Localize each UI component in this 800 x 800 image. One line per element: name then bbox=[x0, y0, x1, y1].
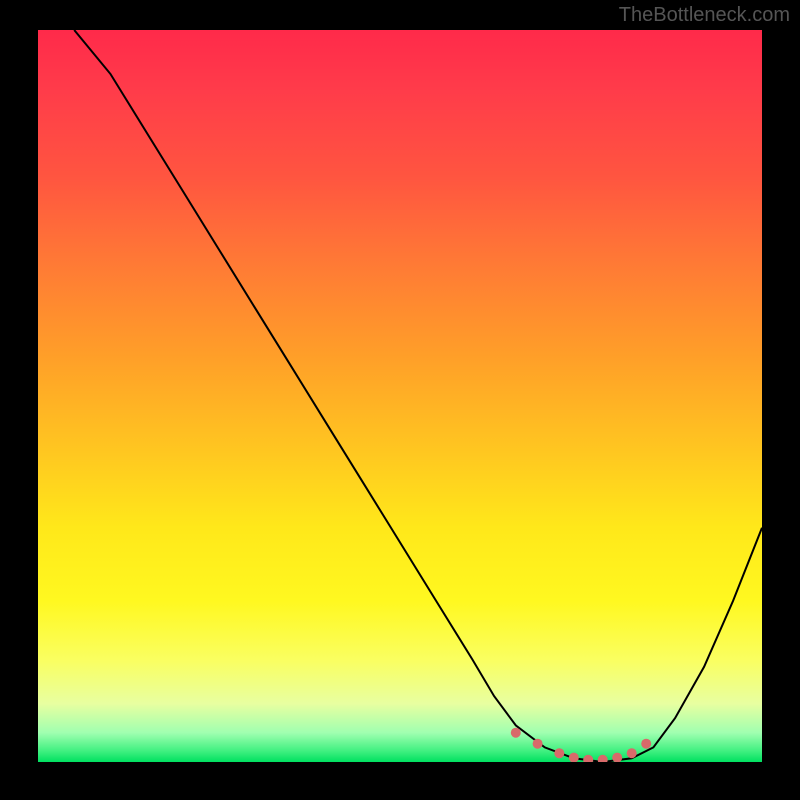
valley-marker bbox=[583, 755, 593, 762]
valley-marker bbox=[627, 748, 637, 758]
watermark-text: TheBottleneck.com bbox=[619, 4, 790, 27]
valley-marker bbox=[612, 753, 622, 762]
valley-marker bbox=[554, 748, 564, 758]
valley-marker bbox=[533, 739, 543, 749]
valley-markers-group bbox=[511, 728, 651, 762]
valley-marker bbox=[511, 728, 521, 738]
valley-marker bbox=[569, 753, 579, 762]
chart-svg bbox=[38, 30, 762, 762]
valley-marker bbox=[598, 755, 608, 762]
plot-area bbox=[38, 30, 762, 762]
bottleneck-curve bbox=[74, 30, 762, 762]
valley-marker bbox=[641, 739, 651, 749]
